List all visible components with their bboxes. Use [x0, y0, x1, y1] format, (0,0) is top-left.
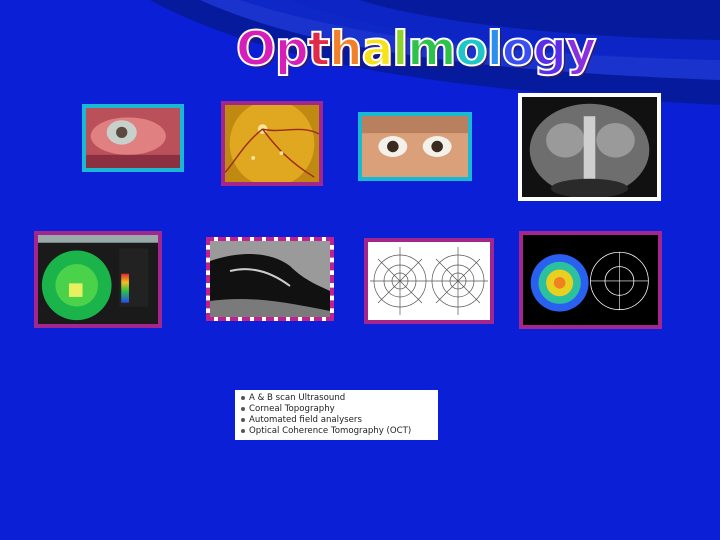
techniques-legend: A & B scan Ultrasound Corneal Topography A… [235, 390, 438, 440]
bullet-text: Optical Coherence Tomography (OCT) [249, 426, 412, 436]
bullet-dot-icon [241, 428, 245, 433]
bullet-text: Automated field analysers [249, 415, 362, 425]
orbit-ct-scan [518, 93, 661, 201]
b-scan-ultrasound [206, 237, 334, 321]
bullet-item: Automated field analysers [241, 415, 432, 426]
bullet-item: A & B scan Ultrasound [241, 393, 432, 404]
slide: Opthalmology A & B scan Ultrasound Corne… [0, 0, 720, 540]
techniques-list: A & B scan Ultrasound Corneal Topography A… [241, 393, 432, 437]
red-eye-photo [82, 104, 184, 172]
title-letter: y [565, 21, 598, 78]
title-letter: l [486, 21, 504, 78]
title-letter: o [501, 21, 535, 78]
bullet-dot-icon [241, 417, 245, 422]
title-letter: O [235, 21, 277, 78]
proptosis-eyes-photo [358, 112, 472, 181]
title-letter: t [307, 21, 332, 78]
title-letter: o [454, 21, 488, 78]
title-letter: l [391, 21, 409, 78]
title-letter: a [361, 21, 395, 78]
title-letter: m [406, 21, 457, 78]
fundus-photo [221, 101, 323, 186]
title-letter: h [328, 21, 364, 78]
visual-field-chart [364, 238, 494, 324]
slide-title: Opthalmology [235, 21, 597, 82]
bullet-item: Optical Coherence Tomography (OCT) [241, 426, 432, 437]
title-letter: p [274, 21, 310, 78]
bullet-item: Corneal Topography [241, 404, 432, 415]
bullet-dot-icon [241, 406, 245, 411]
corneal-topography-map [34, 231, 162, 328]
bullet-dot-icon [241, 395, 245, 400]
bullet-text: Corneal Topography [249, 404, 335, 414]
bullet-text: A & B scan Ultrasound [249, 393, 346, 403]
title-letter: g [532, 21, 568, 78]
oct-thickness-map [519, 231, 662, 329]
